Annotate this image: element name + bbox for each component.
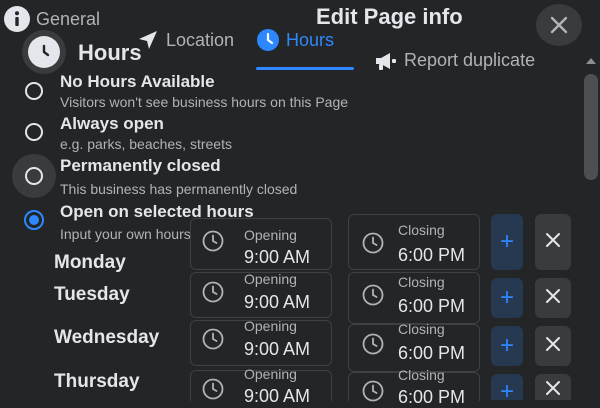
clock-icon <box>362 333 384 355</box>
option-desc: This business has permanently closed <box>60 181 298 197</box>
remove-hours-button[interactable] <box>535 278 571 318</box>
closing-caption: Closing <box>398 321 445 337</box>
day-label: Monday <box>54 252 126 273</box>
close-icon <box>545 380 561 401</box>
clock-icon <box>28 36 60 68</box>
radio-dot <box>29 215 39 225</box>
option-label: No Hours Available <box>60 72 215 91</box>
radio-always-open[interactable] <box>25 123 43 141</box>
close-icon <box>549 15 569 35</box>
radio-no-hours[interactable] <box>25 82 43 100</box>
location-arrow-icon <box>136 28 160 52</box>
close-button[interactable] <box>536 4 582 46</box>
closing-caption: Closing <box>398 274 445 290</box>
section-title: Hours <box>78 40 142 65</box>
remove-hours-button[interactable] <box>535 214 571 270</box>
opening-caption: Opening <box>244 271 297 287</box>
close-icon <box>545 288 561 309</box>
option-label: Permanently closed <box>60 156 221 175</box>
scrollbar-thumb[interactable] <box>584 74 598 180</box>
add-hours-button[interactable]: + <box>491 278 523 318</box>
closing-value: 6:00 PM <box>398 245 466 265</box>
tab-report-duplicate[interactable]: Report duplicate <box>374 50 535 71</box>
dialog-title: Edit Page info <box>316 4 463 29</box>
clock-icon <box>202 281 224 303</box>
add-hours-button[interactable]: + <box>491 374 523 405</box>
clock-icon <box>202 328 224 350</box>
close-icon <box>545 336 561 357</box>
tab-general[interactable]: General <box>4 6 100 32</box>
option-desc: Visitors won't see business hours on thi… <box>60 94 349 110</box>
remove-hours-button[interactable] <box>535 326 571 366</box>
clock-icon <box>362 380 384 402</box>
tab-location[interactable]: Location <box>136 28 234 52</box>
clock-icon <box>256 28 280 52</box>
add-hours-button[interactable]: + <box>491 326 523 366</box>
remove-hours-button[interactable] <box>535 374 571 400</box>
radio-selected-hours[interactable] <box>24 210 44 230</box>
closing-caption: Closing <box>398 367 445 383</box>
megaphone-icon <box>374 51 398 71</box>
radio-permanently-closed[interactable] <box>12 154 56 198</box>
opening-value: 9:00 AM <box>244 292 311 312</box>
closing-caption: Closing <box>398 222 445 238</box>
clock-icon <box>362 284 384 306</box>
option-desc: e.g. parks, beaches, streets <box>60 136 232 152</box>
add-hours-button[interactable]: + <box>491 214 523 270</box>
close-icon <box>545 232 561 253</box>
tab-general-label: General <box>36 8 101 29</box>
tab-hours[interactable]: Hours <box>256 28 334 52</box>
clock-icon <box>362 232 384 254</box>
tab-location-label: Location <box>166 29 235 50</box>
tab-active-indicator <box>256 67 354 70</box>
day-label: Wednesday <box>54 327 160 348</box>
tab-hours-label: Hours <box>286 29 335 50</box>
opening-caption: Opening <box>244 318 297 334</box>
radio-circle <box>25 167 43 185</box>
opening-value: 9:00 AM <box>244 386 311 406</box>
closing-value: 6:00 PM <box>398 387 466 407</box>
opening-value: 9:00 AM <box>244 247 311 267</box>
info-icon <box>4 6 30 32</box>
opening-caption: Opening <box>244 227 297 243</box>
clock-icon <box>202 378 224 400</box>
day-label: Thursday <box>54 371 140 392</box>
opening-value: 9:00 AM <box>244 339 311 359</box>
clock-icon <box>202 230 224 252</box>
option-label: Always open <box>60 114 164 133</box>
closing-value: 6:00 PM <box>398 343 466 363</box>
day-label: Tuesday <box>54 284 130 305</box>
tab-report-label: Report duplicate <box>404 50 536 70</box>
hours-clock-button <box>22 30 66 74</box>
scroll-up-icon[interactable] <box>586 58 596 64</box>
opening-caption: Opening <box>244 366 297 382</box>
closing-value: 6:00 PM <box>398 296 466 316</box>
option-desc: Input your own hours <box>60 226 191 242</box>
